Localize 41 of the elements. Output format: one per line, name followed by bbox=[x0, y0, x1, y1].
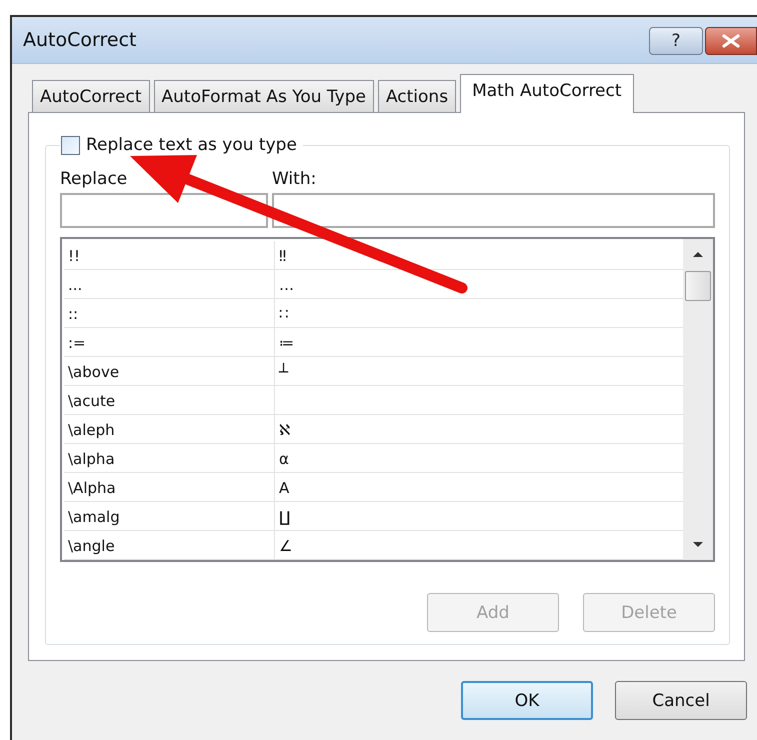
checkbox-label: Replace text as you type bbox=[86, 135, 297, 155]
input-field[interactable] bbox=[272, 193, 715, 228]
tab[interactable]: AutoFormat As You Type bbox=[154, 80, 374, 112]
table-cell: !! bbox=[64, 241, 275, 269]
scrollbar[interactable] bbox=[683, 239, 713, 560]
table-cell: := bbox=[64, 328, 275, 356]
scroll-thumb[interactable] bbox=[685, 271, 711, 301]
table-cell: :: bbox=[64, 299, 275, 327]
table-cell: \angle bbox=[64, 531, 275, 559]
tab[interactable]: Math AutoCorrect bbox=[460, 74, 634, 113]
scroll-down-icon bbox=[691, 540, 705, 550]
table-cell-text: Α bbox=[278, 478, 290, 499]
button[interactable]: OK bbox=[461, 681, 593, 720]
table-cell-text: ∠ bbox=[278, 536, 294, 557]
table-cell: \alpha bbox=[64, 444, 275, 472]
tab[interactable]: Actions bbox=[378, 80, 456, 112]
table-cell: \aleph bbox=[64, 415, 275, 443]
field-label: Replace bbox=[60, 169, 128, 189]
close-button[interactable] bbox=[705, 27, 757, 55]
input-field[interactable] bbox=[60, 193, 268, 228]
table-cell: \amalg bbox=[64, 502, 275, 530]
table-cell-text: ‼ bbox=[278, 246, 288, 267]
table-cell-text: ℵ bbox=[278, 420, 292, 441]
table-cell: ... bbox=[64, 270, 275, 298]
table-cell: \above bbox=[64, 357, 275, 385]
table-cell-text: … bbox=[278, 275, 295, 296]
field-label: With: bbox=[272, 169, 316, 189]
table-cell-text: ∷ bbox=[278, 304, 290, 325]
table-cell-text: α bbox=[278, 449, 290, 470]
checkbox[interactable] bbox=[61, 136, 80, 154]
table-cell: \acute bbox=[64, 386, 275, 414]
close-icon bbox=[721, 34, 741, 48]
table-cell-text: ┴ bbox=[278, 362, 290, 383]
window-title: AutoCorrect bbox=[23, 29, 136, 51]
scroll-up-icon bbox=[691, 249, 705, 259]
table-cell: \Alpha bbox=[64, 473, 275, 501]
help-button[interactable]: ? bbox=[649, 27, 703, 55]
table-cell-text: ∐ bbox=[278, 507, 292, 528]
tab[interactable]: AutoCorrect bbox=[32, 80, 150, 112]
table-cell-text: ≔ bbox=[278, 333, 295, 354]
button[interactable]: Cancel bbox=[615, 681, 747, 720]
